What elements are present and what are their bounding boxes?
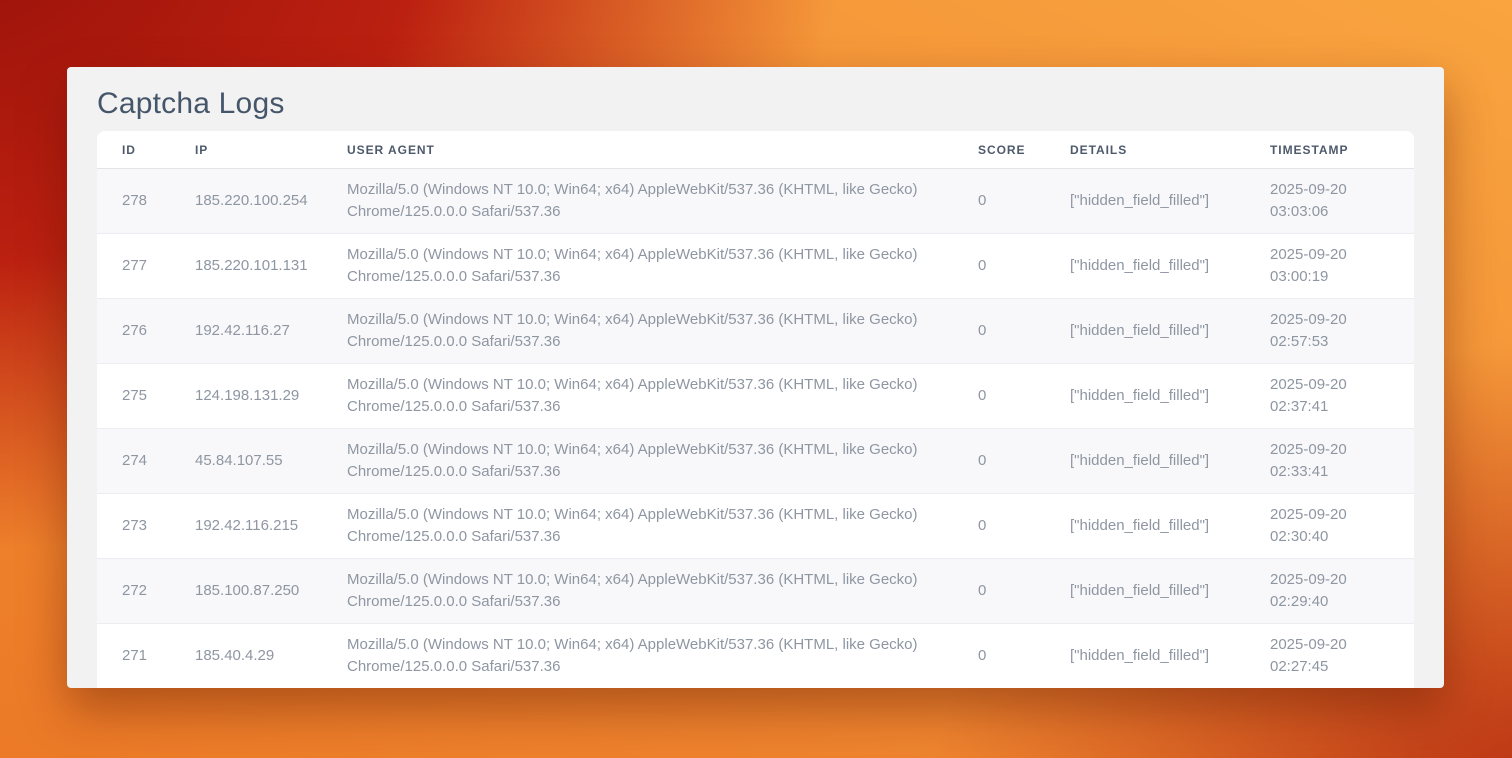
cell-timestamp: 2025-09-20 02:57:53 (1270, 299, 1414, 364)
cell-ip: 192.42.116.215 (195, 494, 347, 559)
table-row: 275 124.198.131.29 Mozilla/5.0 (Windows … (97, 364, 1414, 429)
cell-details: ["hidden_field_filled"] (1070, 494, 1270, 559)
cell-details: ["hidden_field_filled"] (1070, 169, 1270, 234)
table-body: 278 185.220.100.254 Mozilla/5.0 (Windows… (97, 169, 1414, 689)
cell-ip: 45.84.107.55 (195, 429, 347, 494)
column-header-user-agent: USER AGENT (347, 131, 978, 169)
column-header-details: DETAILS (1070, 131, 1270, 169)
cell-timestamp: 2025-09-20 02:27:45 (1270, 624, 1414, 689)
cell-ip: 185.220.101.131 (195, 234, 347, 299)
cell-ip: 124.198.131.29 (195, 364, 347, 429)
cell-details: ["hidden_field_filled"] (1070, 559, 1270, 624)
captcha-logs-card: Captcha Logs ID IP USER AGENT SCORE DETA… (67, 67, 1444, 688)
cell-id: 273 (97, 494, 195, 559)
cell-ip: 185.100.87.250 (195, 559, 347, 624)
cell-user-agent: Mozilla/5.0 (Windows NT 10.0; Win64; x64… (347, 299, 978, 364)
cell-details: ["hidden_field_filled"] (1070, 429, 1270, 494)
cell-id: 272 (97, 559, 195, 624)
cell-score: 0 (978, 234, 1070, 299)
table-row: 272 185.100.87.250 Mozilla/5.0 (Windows … (97, 559, 1414, 624)
cell-ip: 192.42.116.27 (195, 299, 347, 364)
cell-score: 0 (978, 494, 1070, 559)
column-header-score: SCORE (978, 131, 1070, 169)
cell-user-agent: Mozilla/5.0 (Windows NT 10.0; Win64; x64… (347, 624, 978, 689)
cell-user-agent: Mozilla/5.0 (Windows NT 10.0; Win64; x64… (347, 234, 978, 299)
cell-id: 278 (97, 169, 195, 234)
cell-id: 277 (97, 234, 195, 299)
table-row: 277 185.220.101.131 Mozilla/5.0 (Windows… (97, 234, 1414, 299)
cell-details: ["hidden_field_filled"] (1070, 234, 1270, 299)
column-header-ip: IP (195, 131, 347, 169)
table-header: ID IP USER AGENT SCORE DETAILS TIMESTAMP (97, 131, 1414, 169)
column-header-id: ID (97, 131, 195, 169)
column-header-timestamp: TIMESTAMP (1270, 131, 1414, 169)
cell-id: 276 (97, 299, 195, 364)
page-title: Captcha Logs (97, 80, 1414, 131)
cell-ip: 185.220.100.254 (195, 169, 347, 234)
table-row: 271 185.40.4.29 Mozilla/5.0 (Windows NT … (97, 624, 1414, 689)
cell-timestamp: 2025-09-20 02:33:41 (1270, 429, 1414, 494)
cell-user-agent: Mozilla/5.0 (Windows NT 10.0; Win64; x64… (347, 169, 978, 234)
logs-table-container: ID IP USER AGENT SCORE DETAILS TIMESTAMP… (97, 131, 1414, 688)
cell-score: 0 (978, 364, 1070, 429)
cell-user-agent: Mozilla/5.0 (Windows NT 10.0; Win64; x64… (347, 429, 978, 494)
cell-score: 0 (978, 429, 1070, 494)
captcha-logs-table: ID IP USER AGENT SCORE DETAILS TIMESTAMP… (97, 131, 1414, 688)
cell-ip: 185.40.4.29 (195, 624, 347, 689)
table-row: 273 192.42.116.215 Mozilla/5.0 (Windows … (97, 494, 1414, 559)
cell-score: 0 (978, 624, 1070, 689)
cell-details: ["hidden_field_filled"] (1070, 624, 1270, 689)
table-row: 274 45.84.107.55 Mozilla/5.0 (Windows NT… (97, 429, 1414, 494)
table-row: 276 192.42.116.27 Mozilla/5.0 (Windows N… (97, 299, 1414, 364)
cell-user-agent: Mozilla/5.0 (Windows NT 10.0; Win64; x64… (347, 559, 978, 624)
cell-score: 0 (978, 559, 1070, 624)
cell-timestamp: 2025-09-20 02:29:40 (1270, 559, 1414, 624)
cell-user-agent: Mozilla/5.0 (Windows NT 10.0; Win64; x64… (347, 364, 978, 429)
cell-timestamp: 2025-09-20 03:00:19 (1270, 234, 1414, 299)
cell-timestamp: 2025-09-20 03:03:06 (1270, 169, 1414, 234)
cell-id: 274 (97, 429, 195, 494)
cell-id: 271 (97, 624, 195, 689)
cell-user-agent: Mozilla/5.0 (Windows NT 10.0; Win64; x64… (347, 494, 978, 559)
cell-timestamp: 2025-09-20 02:37:41 (1270, 364, 1414, 429)
cell-details: ["hidden_field_filled"] (1070, 364, 1270, 429)
page-background: { "page": { "title": "Captcha Logs" }, "… (0, 0, 1512, 758)
cell-timestamp: 2025-09-20 02:30:40 (1270, 494, 1414, 559)
table-row: 278 185.220.100.254 Mozilla/5.0 (Windows… (97, 169, 1414, 234)
cell-score: 0 (978, 299, 1070, 364)
cell-details: ["hidden_field_filled"] (1070, 299, 1270, 364)
cell-score: 0 (978, 169, 1070, 234)
cell-id: 275 (97, 364, 195, 429)
